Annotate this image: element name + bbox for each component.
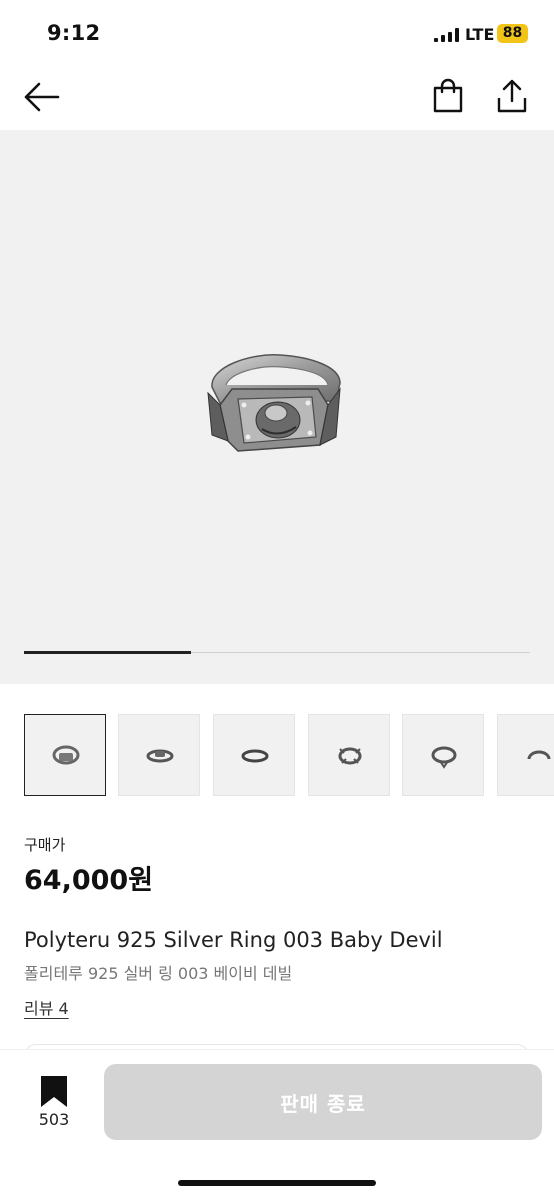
ring-thumbnail-icon bbox=[241, 749, 269, 763]
bookmark-count: 503 bbox=[38, 1110, 70, 1129]
share-icon[interactable] bbox=[494, 78, 530, 114]
ring-thumbnail-icon bbox=[338, 747, 362, 765]
thumbnail-4[interactable] bbox=[308, 714, 390, 796]
product-name-korean: 폴리테루 925 실버 링 003 베이비 데빌 bbox=[24, 964, 293, 983]
status-bar: 9:12 LTE 88 bbox=[0, 0, 554, 64]
ring-thumbnail-icon bbox=[146, 749, 174, 763]
top-nav bbox=[0, 64, 554, 130]
thumbnail-5[interactable] bbox=[402, 714, 484, 796]
bookmark-button[interactable]: 503 bbox=[30, 1074, 78, 1134]
signal-icon bbox=[434, 28, 459, 42]
thumbnail-2[interactable] bbox=[118, 714, 200, 796]
product-image-gallery[interactable] bbox=[0, 130, 554, 684]
ring-thumbnail-icon bbox=[527, 750, 551, 760]
bookmark-icon bbox=[41, 1076, 67, 1107]
ring-thumbnail-icon bbox=[431, 746, 457, 769]
price-value: 64,000원 bbox=[24, 865, 154, 896]
price-label: 구매가 bbox=[24, 836, 66, 854]
thumbnail-strip bbox=[24, 714, 554, 798]
status-time: 9:12 bbox=[47, 21, 101, 45]
thumbnail-1[interactable] bbox=[24, 714, 106, 796]
gallery-progress-fill bbox=[24, 651, 191, 654]
home-indicator bbox=[178, 1180, 376, 1186]
sold-out-button[interactable]: 판매 종료 bbox=[104, 1064, 542, 1140]
bottom-action-bar: 503 판매 종료 bbox=[0, 1050, 554, 1200]
gallery-progress-track bbox=[24, 651, 530, 654]
product-name-english: Polyteru 925 Silver Ring 003 Baby Devil bbox=[24, 928, 443, 952]
shopping-bag-icon[interactable] bbox=[430, 78, 466, 114]
back-arrow-icon[interactable] bbox=[22, 80, 62, 114]
thumbnail-3[interactable] bbox=[213, 714, 295, 796]
review-link[interactable]: 리뷰 4 bbox=[24, 995, 69, 1019]
battery-indicator: 88 bbox=[497, 24, 528, 43]
product-image bbox=[207, 354, 341, 452]
network-type: LTE bbox=[465, 25, 495, 44]
thumbnail-6[interactable] bbox=[497, 714, 554, 796]
ring-thumbnail-icon bbox=[52, 745, 80, 765]
